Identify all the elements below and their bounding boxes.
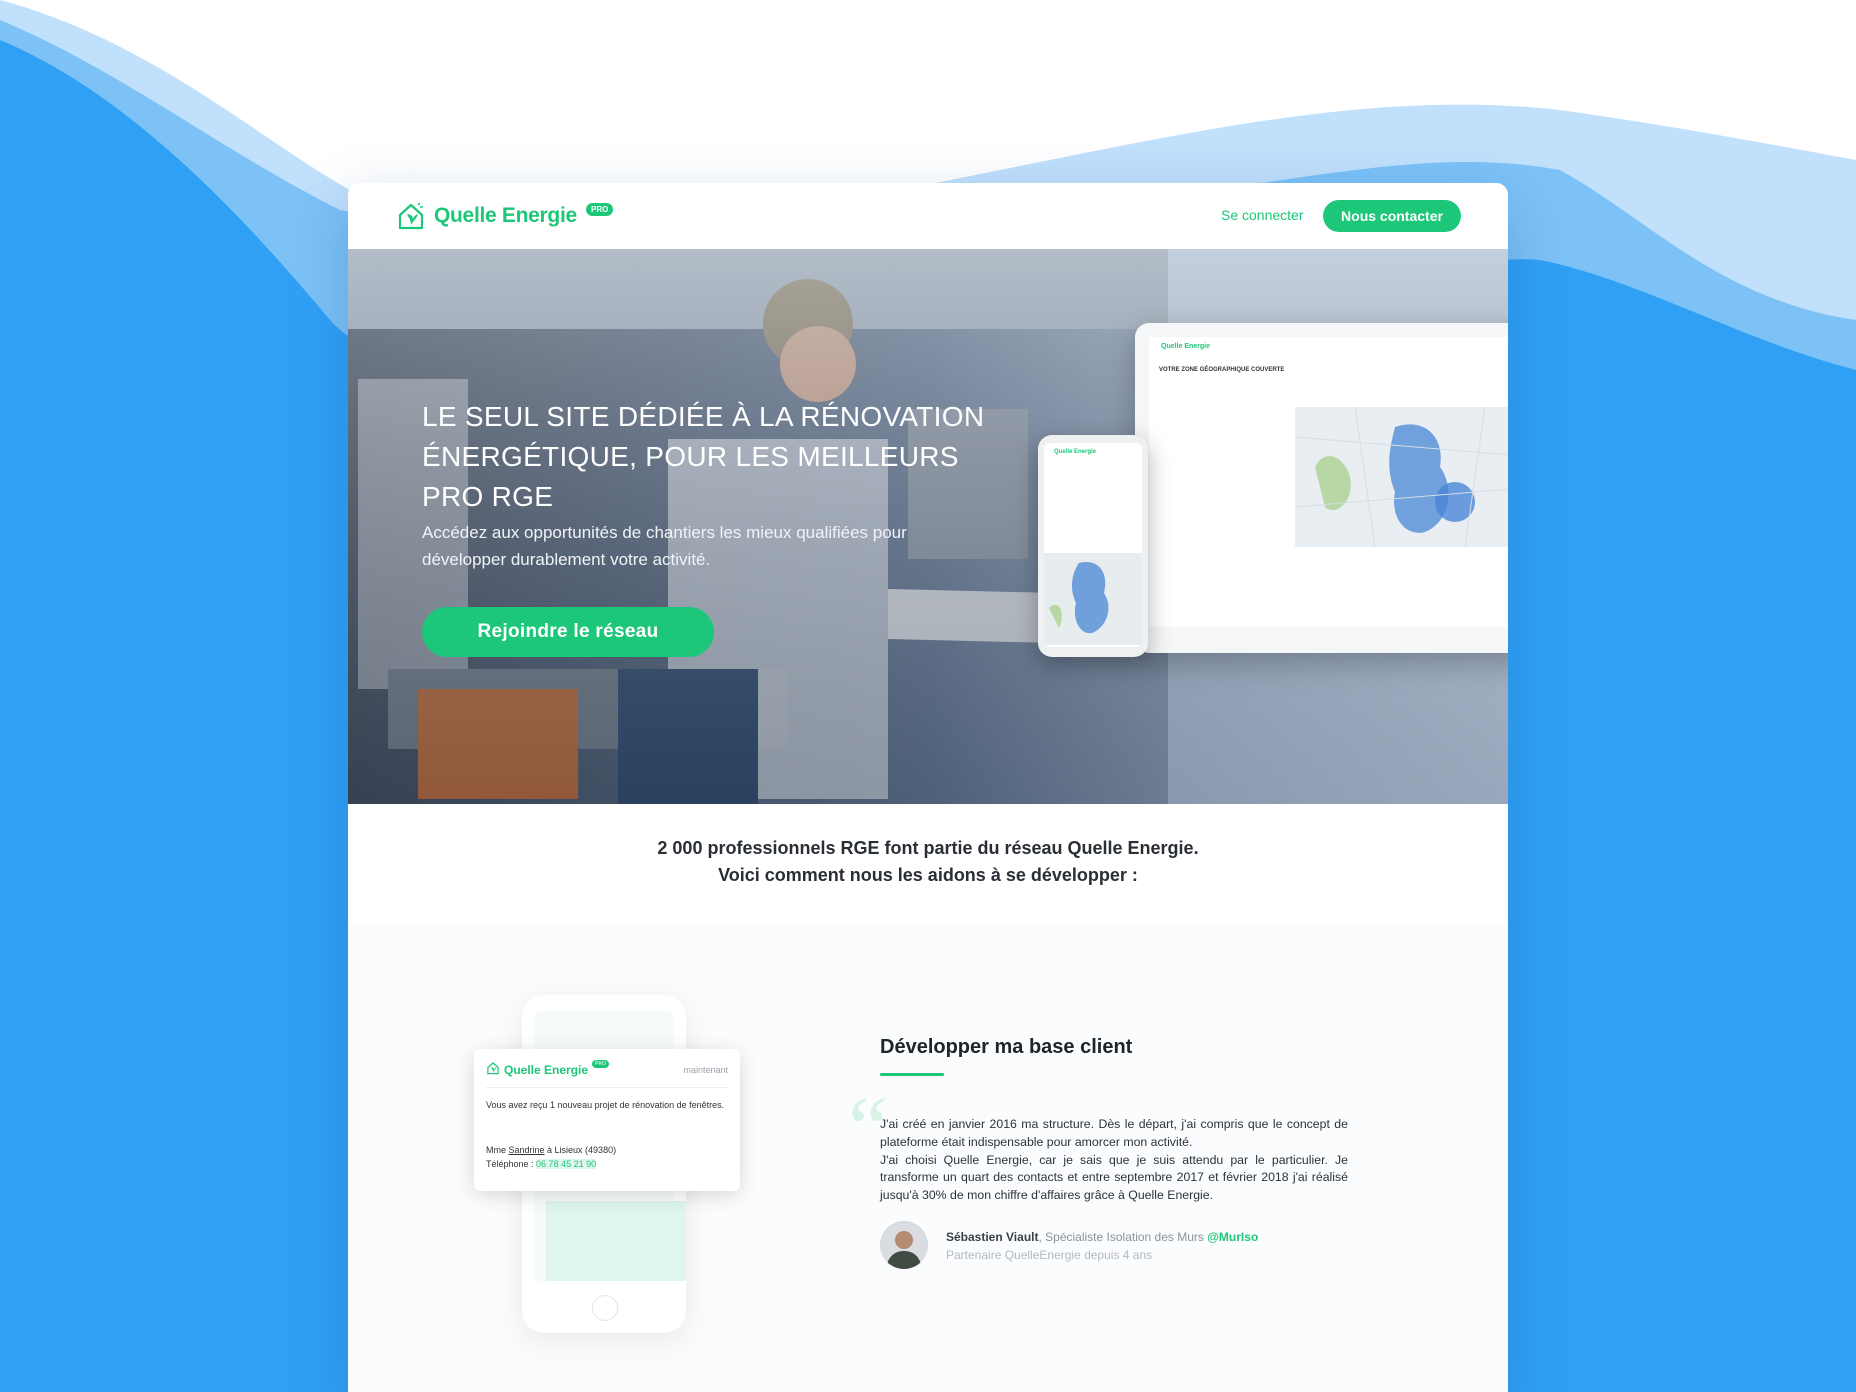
house-leaf-icon: [487, 1062, 499, 1075]
contact-button[interactable]: Nous contacter: [1323, 200, 1461, 232]
testimonial-quote: J'ai créé en janvier 2016 ma structure. …: [880, 1116, 1348, 1205]
notification-pro-badge: PRO: [592, 1060, 609, 1068]
tablet-mockup: Quelle Energie VOTRE ZONE GÉOGRAPHIQUE C…: [1135, 323, 1508, 653]
quote-paragraph-2: J'ai choisi Quelle Energie, car je sais …: [880, 1152, 1348, 1203]
phone-hero-screen: Quelle Energie: [1044, 443, 1142, 647]
phone-hero-logo: Quelle Energie: [1054, 449, 1097, 455]
notification-message: Vous avez reçu 1 nouveau projet de rénov…: [486, 1100, 725, 1110]
author-name: Sébastien Viault: [946, 1230, 1039, 1244]
pro-badge: PRO: [586, 203, 614, 216]
join-network-button[interactable]: Rejoindre le réseau: [422, 607, 714, 657]
logo-text: Quelle Energie: [434, 204, 577, 227]
phone-label: Téléphone :: [486, 1159, 537, 1169]
notification-client: Mme Sandrine à Lisieux (49380): [486, 1145, 616, 1155]
hero-section: LE SEUL SITE DÉDIÉE À LA RÉNOVATION ÉNER…: [348, 249, 1508, 804]
feature-title: Développer ma base client: [880, 1036, 1133, 1058]
home-button: [592, 1295, 618, 1321]
author-line: Sébastien Viault, Spécialiste Isolation …: [946, 1230, 1258, 1244]
person-icon: [880, 1221, 928, 1269]
intro-line-1: 2 000 professionnels RGE font partie du …: [657, 838, 1199, 858]
login-link[interactable]: Se connecter: [1221, 207, 1304, 223]
brand-logo[interactable]: Quelle Energie: [396, 199, 577, 233]
feature-title-underline: [880, 1073, 944, 1076]
intro-line-2: Voici comment nous les aidons à se dével…: [718, 865, 1138, 885]
notification-card[interactable]: Quelle Energie PRO maintenant Vous avez …: [474, 1049, 740, 1191]
notification-time: maintenant: [683, 1065, 728, 1075]
tablet-section-title: VOTRE ZONE GÉOGRAPHIQUE COUVERTE: [1159, 367, 1285, 373]
quote-paragraph-1: J'ai créé en janvier 2016 ma structure. …: [880, 1117, 1348, 1149]
tablet-logo: Quelle Energie: [1161, 343, 1211, 350]
notification-logo: Quelle Energie: [504, 1063, 589, 1077]
house-leaf-icon: [398, 202, 424, 230]
tablet-screen: Quelle Energie VOTRE ZONE GÉOGRAPHIQUE C…: [1149, 337, 1508, 627]
notification-phone: Téléphone : 06 78 45 21 90: [486, 1159, 597, 1169]
intro-text: 2 000 professionnels RGE font partie du …: [348, 835, 1508, 889]
phone-value[interactable]: 06 78 45 21 90: [536, 1159, 597, 1169]
client-suffix: à Lisieux (49380): [544, 1145, 617, 1155]
phone-feature-highlight: [546, 1201, 686, 1281]
author-avatar: [880, 1221, 928, 1269]
author-handle[interactable]: @MurIso: [1207, 1230, 1258, 1244]
site-header: Quelle Energie PRO Se connecter Nous con…: [348, 183, 1508, 249]
phone-mockup-hero: Quelle Energie: [1038, 435, 1148, 657]
hero-subtitle: Accédez aux opportunités de chantiers le…: [422, 523, 907, 569]
client-prefix: Mme: [486, 1145, 509, 1155]
client-name: Sandrine: [508, 1145, 545, 1155]
hero-title: LE SEUL SITE DÉDIÉE À LA RÉNOVATION ÉNER…: [422, 401, 985, 512]
author-since: Partenaire QuelleEnergie depuis 4 ans: [946, 1248, 1153, 1262]
phone-coverage-map: [1044, 553, 1142, 645]
author-role: , Spécialiste Isolation des Murs: [1038, 1230, 1208, 1244]
coverage-map: [1295, 407, 1508, 547]
notification-divider: [486, 1087, 728, 1088]
